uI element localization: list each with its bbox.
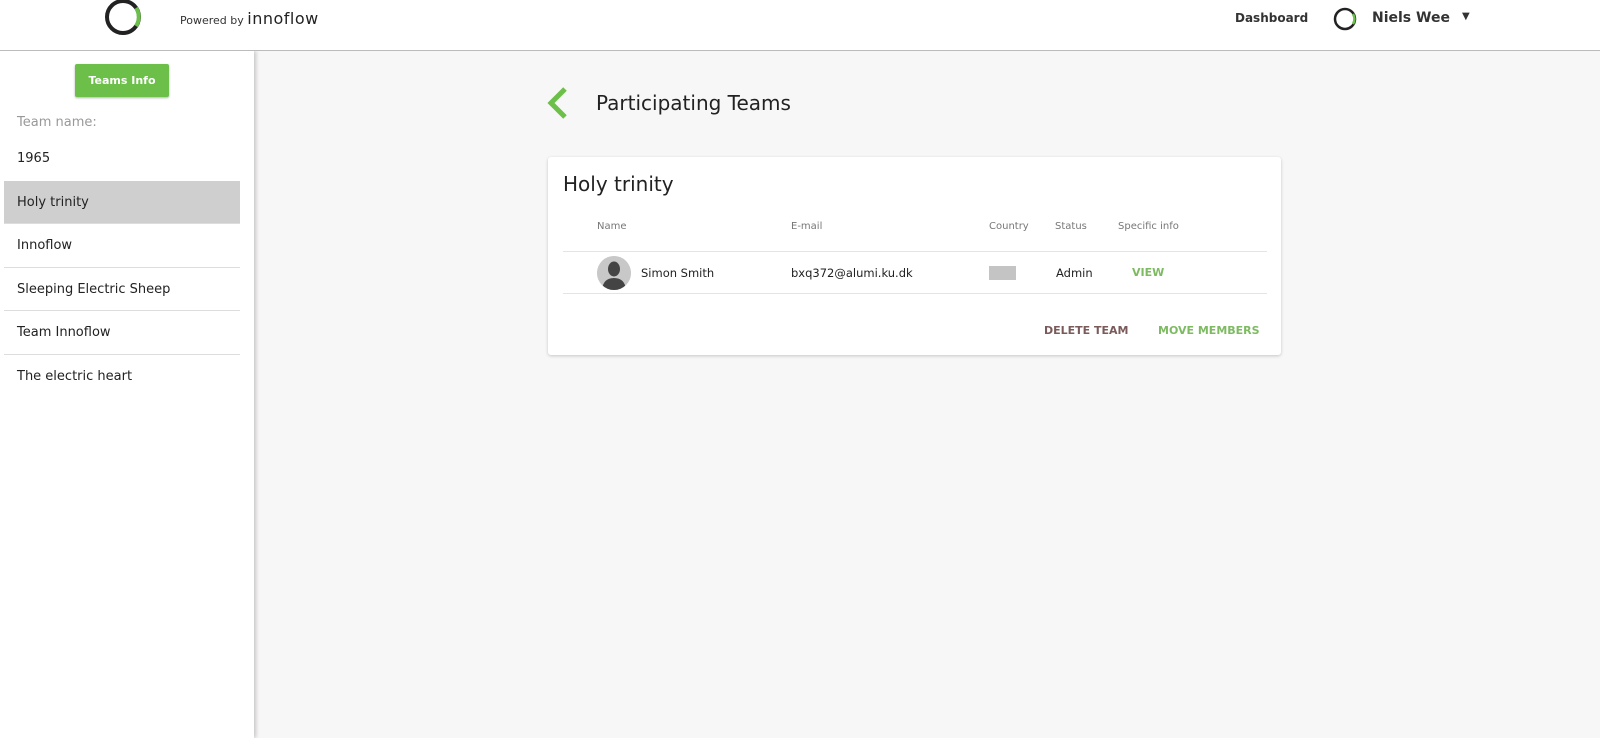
column-header-specific-info: Specific info — [1118, 221, 1179, 232]
member-avatar-icon — [597, 256, 631, 290]
column-header-email: E-mail — [791, 221, 823, 232]
member-status: Admin — [1056, 266, 1093, 280]
caret-down-icon[interactable]: ▼ — [1462, 11, 1470, 22]
team-item-selected[interactable]: Holy trinity — [4, 180, 240, 224]
team-list: 1965 Holy trinity Innoflow Sleeping Elec… — [4, 137, 240, 398]
team-item[interactable]: Innoflow — [4, 224, 240, 268]
member-name: Simon Smith — [641, 266, 715, 280]
team-item[interactable]: Sleeping Electric Sheep — [4, 268, 240, 311]
team-card: Holy trinity Name E-mail Country Status … — [548, 157, 1281, 355]
team-item[interactable]: The electric heart — [4, 355, 240, 399]
sidebar: Teams Info Team name: 1965 Holy trinity … — [0, 51, 254, 738]
user-avatar-icon[interactable] — [1333, 7, 1357, 31]
column-header-status: Status — [1055, 221, 1087, 232]
brand-name: innoflow — [247, 9, 319, 28]
top-header: Powered by innoflow Dashboard Niels Wee … — [0, 0, 1600, 51]
delete-team-button[interactable]: DELETE TEAM — [1044, 324, 1129, 337]
nav-dashboard[interactable]: Dashboard — [1235, 11, 1308, 25]
team-item[interactable]: Team Innoflow — [4, 311, 240, 355]
team-item[interactable]: 1965 — [4, 137, 240, 181]
team-name-label: Team name: — [17, 115, 97, 130]
column-header-country: Country — [989, 221, 1029, 232]
country-flag-icon — [989, 266, 1016, 280]
powered-by-text: Powered by — [180, 14, 244, 27]
back-chevron-icon[interactable] — [545, 86, 571, 120]
powered-by: Powered by innoflow — [180, 9, 319, 28]
member-email: bxq372@alumi.ku.dk — [791, 266, 913, 280]
team-title: Holy trinity — [563, 172, 674, 196]
page-title: Participating Teams — [596, 91, 791, 115]
move-members-button[interactable]: MOVE MEMBERS — [1158, 324, 1260, 337]
view-button[interactable]: VIEW — [1132, 266, 1164, 279]
teams-info-button[interactable]: Teams Info — [75, 64, 169, 97]
table-row: Simon Smith bxq372@alumi.ku.dk Admin VIE… — [563, 251, 1267, 294]
user-name[interactable]: Niels Wee — [1372, 10, 1450, 26]
column-header-name: Name — [597, 221, 627, 232]
innoflow-logo-icon[interactable] — [103, 0, 143, 37]
